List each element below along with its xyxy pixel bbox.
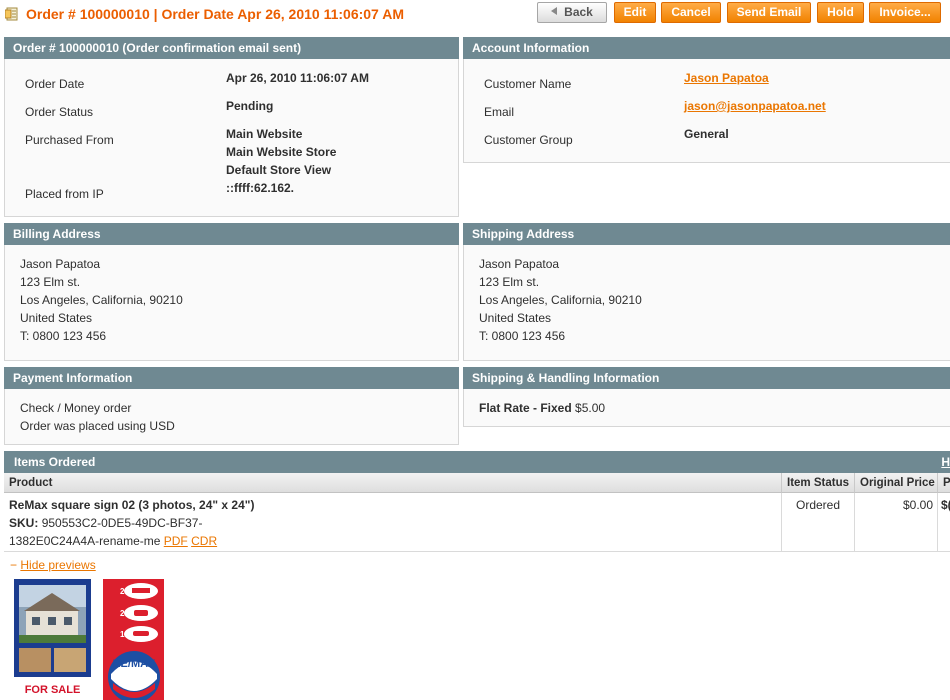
order-info-body: Order Date Apr 26, 2010 11:06:07 AM Orde… [4, 59, 459, 217]
remax-logo-text: RE/MAX [113, 658, 156, 670]
billing-country: United States [20, 311, 93, 325]
payment-info-box: Payment Information Check / Money order … [4, 367, 459, 445]
for-sale-sign-image: FOR SALE [14, 579, 91, 700]
column-header-price: P [938, 473, 950, 493]
shipping-handling-box: Shipping & Handling Information Flat Rat… [463, 367, 950, 427]
cdr-link[interactable]: CDR [191, 534, 217, 548]
sku-value-part1: 950553C2-0DE5-49DC-BF37- [41, 516, 203, 530]
order-status-label: Order Status [25, 105, 94, 119]
purchased-from-view: Default Store View [226, 163, 332, 177]
purchased-from-website: Main Website [226, 127, 303, 141]
column-header-item-status: Item Status [782, 473, 855, 493]
account-info-heading: Account Information [463, 37, 950, 59]
shipping-address-heading: Shipping Address [463, 223, 950, 245]
shipping-method: Flat Rate - Fixed [479, 401, 572, 415]
for-sale-text: FOR SALE [25, 684, 81, 696]
sku-label: SKU: [9, 516, 39, 530]
billing-address-heading: Billing Address [4, 223, 459, 245]
shipping-street: 123 Elm st. [479, 275, 540, 289]
hide-previews-link[interactable]: Hide previews [20, 558, 95, 572]
shipping-city: Los Angeles, California, 90210 [479, 293, 642, 307]
page-title: Order # 100000010 | Order Date Apr 26, 2… [26, 6, 404, 22]
shipping-address-body: Jason Papatoa 123 Elm st. Los Angeles, C… [463, 245, 950, 361]
billing-address-body: Jason Papatoa 123 Elm st. Los Angeles, C… [4, 245, 459, 361]
billing-name: Jason Papatoa [20, 257, 101, 271]
item-status-cell: Ordered [782, 493, 855, 552]
purchased-from-label: Purchased From [25, 133, 114, 147]
column-header-original-price: Original Price [855, 473, 938, 493]
items-ordered-title: Items Ordered [14, 455, 96, 469]
billing-phone: T: 0800 123 456 [20, 329, 107, 343]
shipping-country: United States [479, 311, 552, 325]
preview-image-sign-2[interactable]: 2 2 1 RE/MAX [103, 579, 164, 700]
purchased-from-store: Main Website Store [226, 145, 337, 159]
billing-address-box: Billing Address Jason Papatoa 123 Elm st… [4, 223, 459, 361]
column-header-product: Product [4, 473, 782, 493]
payment-currency: Order was placed using USD [20, 419, 175, 433]
order-info-heading: Order # 100000010 (Order confirmation em… [4, 37, 459, 59]
billing-city: Los Angeles, California, 90210 [20, 293, 183, 307]
sku-value-part2: 1382E0C24A4A-rename-me [9, 534, 161, 548]
order-status-value: Pending [226, 99, 274, 113]
pdf-link[interactable]: PDF [164, 534, 188, 548]
placed-ip-value: ::ffff:62.162. [226, 181, 295, 195]
order-date-label: Order Date [25, 77, 85, 91]
placed-ip-label: Placed from IP [25, 187, 104, 201]
email-label: Email [484, 105, 515, 119]
payment-info-heading: Payment Information [4, 367, 459, 389]
page-header: Order # 100000010 | Order Date Apr 26, 2… [0, 0, 950, 30]
customer-group-value: General [684, 127, 729, 141]
back-button[interactable]: Back [537, 2, 607, 23]
price-cell: $( [938, 493, 950, 552]
send-email-button[interactable]: Send Email [727, 2, 811, 23]
remax-sign-image: 2 2 1 RE/MAX [103, 579, 164, 700]
shipping-method-line: Flat Rate - Fixed $5.00 [479, 399, 605, 417]
item-status-value: Ordered [796, 498, 841, 512]
original-price-value: $0.00 [902, 498, 933, 512]
back-button-label: Back [564, 5, 593, 19]
customer-email-link[interactable]: jason@jasonpapatoa.net [684, 99, 826, 113]
collapse-icon: − [10, 558, 18, 572]
items-ordered-heading: Items Ordered H [4, 451, 950, 473]
shipping-name: Jason Papatoa [479, 257, 560, 271]
order-page-icon [5, 7, 18, 21]
product-name: ReMax square sign 02 (3 photos, 24" x 24… [9, 498, 255, 512]
payment-method: Check / Money order [20, 401, 132, 415]
table-row: ReMax square sign 02 (3 photos, 24" x 24… [4, 493, 782, 552]
account-info-body: Customer Name Jason Papatoa Email jason@… [463, 59, 950, 163]
product-sku-line2: 1382E0C24A4A-rename-me PDF CDR [9, 532, 217, 550]
cancel-button[interactable]: Cancel [661, 2, 721, 23]
shipping-price: $5.00 [575, 401, 606, 415]
product-sku-line: SKU: 950553C2-0DE5-49DC-BF37- [9, 514, 202, 532]
items-header-link[interactable]: H [941, 451, 950, 473]
back-arrow-icon [551, 7, 558, 15]
shipping-handling-heading: Shipping & Handling Information [463, 367, 950, 389]
order-date-value: Apr 26, 2010 11:06:07 AM [226, 71, 369, 85]
customer-name-label: Customer Name [484, 77, 572, 91]
account-info-box: Account Information Customer Name Jason … [463, 37, 950, 163]
shipping-handling-body: Flat Rate - Fixed $5.00 [463, 389, 950, 427]
original-price-cell: $0.00 [855, 493, 938, 552]
billing-street: 123 Elm st. [20, 275, 81, 289]
shipping-address-box: Shipping Address Jason Papatoa 123 Elm s… [463, 223, 950, 361]
hold-button[interactable]: Hold [817, 2, 864, 23]
price-value-partial: $( [941, 498, 950, 512]
invoice-button[interactable]: Invoice... [869, 2, 941, 23]
customer-group-label: Customer Group [484, 133, 573, 147]
order-info-box: Order # 100000010 (Order confirmation em… [4, 37, 459, 217]
preview-image-sign-1[interactable]: FOR SALE [14, 579, 91, 700]
hide-previews-toggle[interactable]: − Hide previews [10, 558, 96, 572]
shipping-phone: T: 0800 123 456 [479, 329, 566, 343]
edit-button[interactable]: Edit [614, 2, 656, 23]
payment-info-body: Check / Money order Order was placed usi… [4, 389, 459, 445]
customer-name-link[interactable]: Jason Papatoa [684, 71, 769, 85]
